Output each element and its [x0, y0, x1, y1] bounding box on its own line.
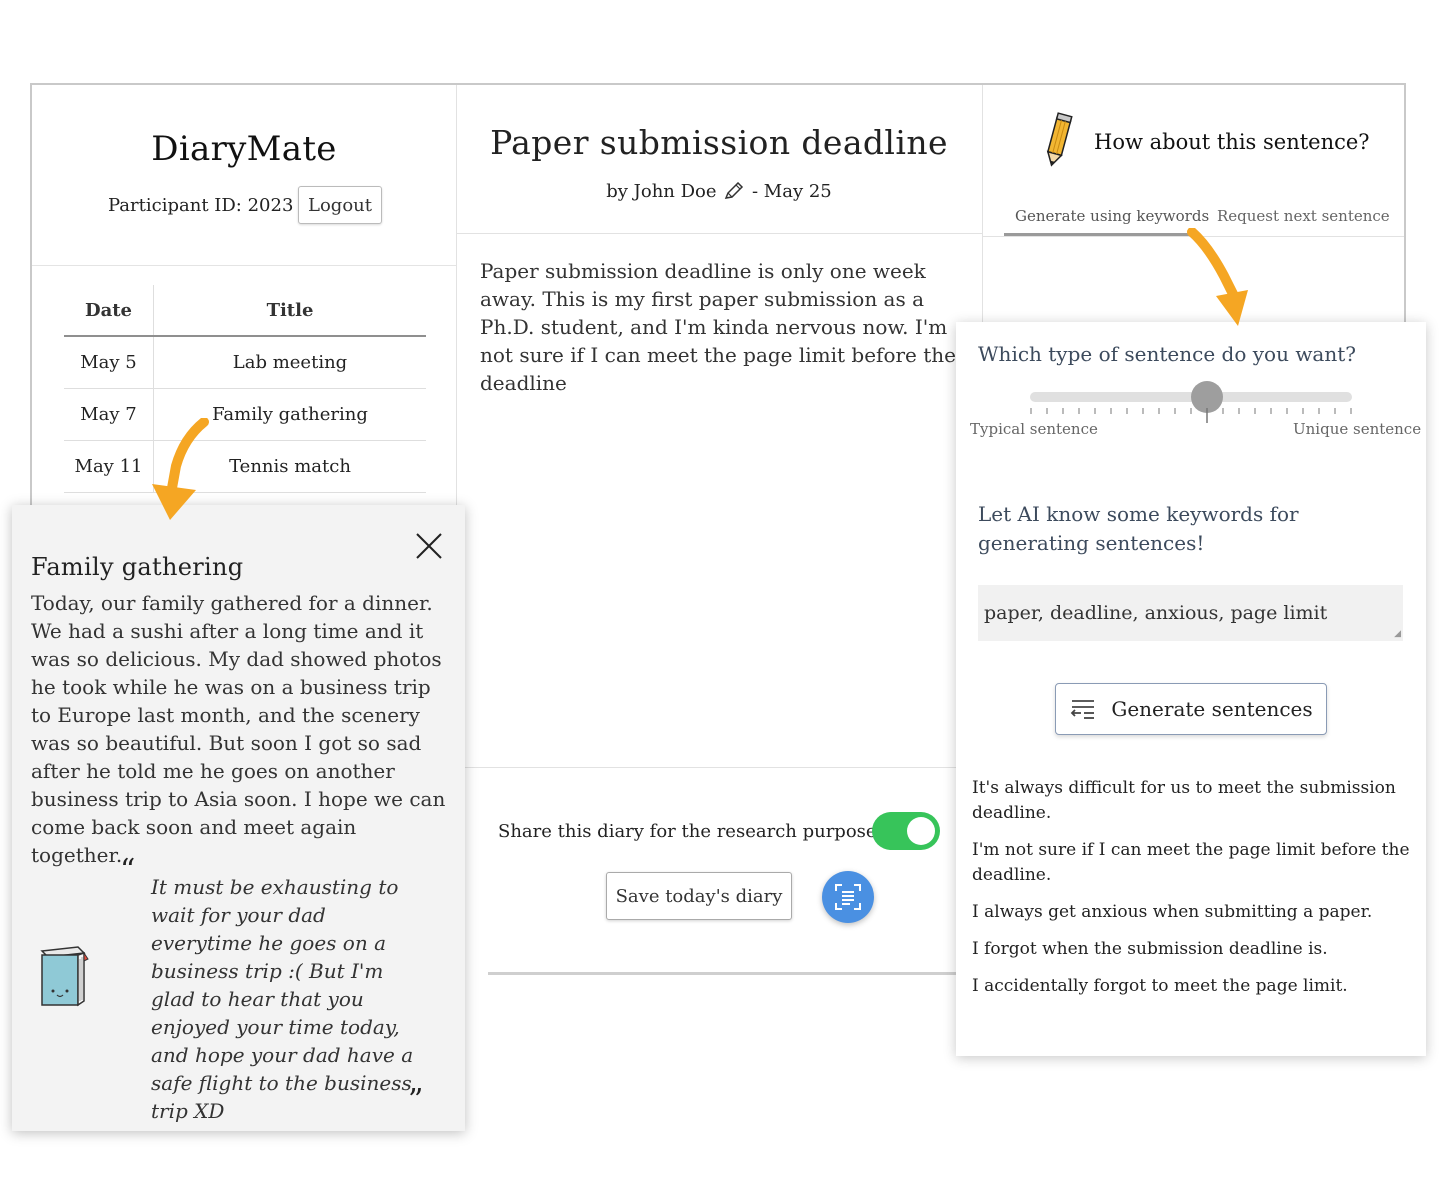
row-date: May 7 — [64, 389, 154, 440]
resize-grip-icon[interactable]: ◢ — [1394, 629, 1401, 639]
row-date: May 5 — [64, 337, 154, 388]
scan-icon — [835, 884, 861, 910]
divider — [32, 265, 456, 266]
keywords-value: paper, deadline, anxious, page limit — [984, 602, 1328, 624]
table-header: Date Title — [64, 285, 426, 337]
suggestion-item[interactable]: It's always difficult for us to meet the… — [972, 776, 1412, 826]
date-column-header: Date — [64, 285, 154, 335]
close-icon[interactable] — [414, 531, 444, 565]
card-title: Family gathering — [31, 553, 244, 581]
slider-max-label: Unique sentence — [1293, 420, 1422, 438]
tab-generate-keywords[interactable]: Generate using keywords — [1015, 207, 1209, 225]
quote-close-mark: ” — [408, 1083, 424, 1118]
title-column-header: Title — [266, 299, 314, 321]
generate-list-icon — [1071, 700, 1095, 719]
sentence-generator-panel: Which type of sentence do you want? Typi… — [956, 322, 1426, 1056]
byline-author: by John Doe — [606, 181, 717, 202]
tab-request-next-sentence[interactable]: Request next sentence — [1217, 207, 1390, 225]
pencil-icon — [1040, 112, 1076, 174]
column-divider-right — [982, 85, 983, 325]
divider — [456, 767, 982, 768]
scan-button[interactable] — [822, 871, 874, 923]
pencil-icon[interactable] — [724, 181, 744, 205]
keywords-input[interactable]: paper, deadline, anxious, page limit ◢ — [978, 585, 1403, 641]
divider — [456, 233, 982, 234]
share-toggle[interactable] — [872, 812, 940, 850]
row-title[interactable]: Lab meeting — [154, 337, 426, 388]
save-diary-button[interactable]: Save today's diary — [606, 872, 792, 920]
table-row[interactable]: May 7 Family gathering — [64, 389, 426, 441]
sentence-type-question: Which type of sentence do you want? — [978, 342, 1356, 366]
slider-min-label: Typical sentence — [970, 420, 1098, 438]
arrow-icon — [1187, 228, 1248, 326]
editor-bottom-line — [488, 972, 958, 975]
card-body: Today, our family gathered for a dinner.… — [31, 591, 446, 867]
generate-label: Generate sentences — [1111, 697, 1313, 721]
past-entry-card: Family gathering Today, our family gathe… — [12, 505, 465, 1131]
byline-date: - May 25 — [752, 181, 832, 202]
ai-comment: It must be exhausting to wait for your d… — [151, 875, 414, 1123]
app-title: DiaryMate — [151, 129, 337, 169]
toggle-knob — [907, 817, 935, 845]
entry-byline: by John Doe - May 25 — [456, 181, 982, 205]
quote-open-mark: “ — [120, 853, 136, 888]
participant-id: Participant ID: 2023 — [108, 195, 294, 216]
assistant-heading: How about this sentence? — [1094, 130, 1370, 154]
suggestion-item[interactable]: I accidentally forgot to meet the page l… — [972, 974, 1412, 999]
table-row[interactable]: May 5 Lab meeting — [64, 337, 426, 389]
arrow-icon — [152, 418, 209, 520]
table-row[interactable]: May 11 Tennis match — [64, 441, 426, 493]
book-mascot-icon — [38, 945, 94, 1013]
share-label: Share this diary for the research purpos… — [498, 821, 886, 842]
logout-button[interactable]: Logout — [298, 186, 382, 224]
entry-title: Paper submission deadline — [490, 123, 948, 162]
keywords-prompt: Let AI know some keywords for generating… — [978, 502, 1299, 555]
diary-list-table: Date Title May 5 Lab meeting May 7 Famil… — [64, 285, 426, 493]
entry-text-editor[interactable]: Paper submission deadline is only one we… — [480, 257, 970, 397]
suggestion-item[interactable]: I forgot when the submission deadline is… — [972, 937, 1412, 962]
suggestion-list: It's always difficult for us to meet the… — [972, 776, 1412, 1011]
generate-sentences-button[interactable]: Generate sentences — [1055, 683, 1327, 735]
suggestion-item[interactable]: I'm not sure if I can meet the page limi… — [972, 838, 1412, 888]
suggestion-item[interactable]: I always get anxious when submitting a p… — [972, 900, 1412, 925]
row-date: May 11 — [64, 441, 154, 492]
